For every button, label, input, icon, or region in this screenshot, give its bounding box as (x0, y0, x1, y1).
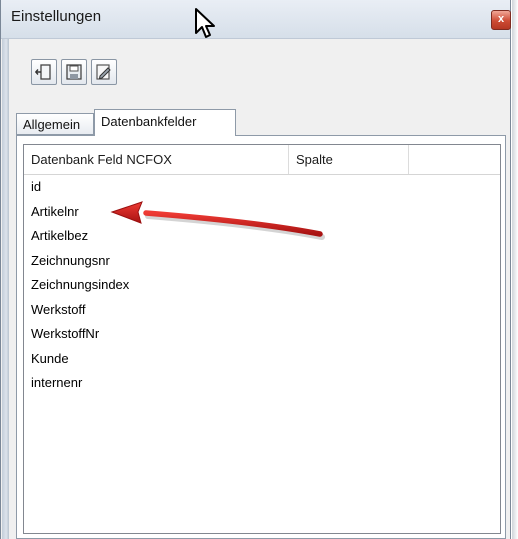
window-content: Allgemein Datenbankfelder Datenbank Feld… (9, 39, 509, 539)
close-icon: x (497, 13, 505, 25)
settings-window: Einstellungen x Allgemein Datenbankfelde… (0, 0, 511, 539)
edit-button[interactable] (91, 59, 117, 85)
list-item[interactable]: Artikelnr (24, 200, 500, 225)
window-shadow (512, 0, 518, 539)
list-item[interactable]: internenr (24, 371, 500, 396)
list-rows: id Artikelnr Artikelbez Zeichnungsnr Zei… (24, 175, 500, 396)
column-header-spalte[interactable]: Spalte (289, 145, 409, 174)
list-item[interactable]: Werkstoff (24, 298, 500, 323)
save-button[interactable] (61, 59, 87, 85)
close-button[interactable]: x (491, 10, 511, 30)
exit-door-icon (35, 64, 51, 80)
field-list[interactable]: Datenbank Feld NCFOX Spalte id Artikelnr… (23, 144, 501, 534)
column-header-empty[interactable] (409, 145, 500, 174)
list-item[interactable]: Kunde (24, 347, 500, 372)
edit-document-icon (96, 64, 111, 80)
tab-panel: Datenbank Feld NCFOX Spalte id Artikelnr… (16, 135, 506, 539)
list-item[interactable]: id (24, 175, 500, 200)
list-item[interactable]: Zeichnungsindex (24, 273, 500, 298)
window-title: Einstellungen (11, 8, 102, 25)
list-item[interactable]: Artikelbez (24, 224, 500, 249)
exit-button[interactable] (31, 59, 57, 85)
mouse-cursor-icon (195, 8, 215, 38)
list-header: Datenbank Feld NCFOX Spalte (24, 145, 500, 175)
save-disk-icon (66, 64, 82, 80)
tab-datenbankfelder[interactable]: Datenbankfelder (94, 109, 236, 136)
column-header-field[interactable]: Datenbank Feld NCFOX (24, 145, 289, 174)
tab-allgemein[interactable]: Allgemein (16, 113, 94, 135)
window-frame-left (2, 0, 9, 539)
list-item[interactable]: Zeichnungsnr (24, 249, 500, 274)
title-bar[interactable]: Einstellungen x (1, 0, 511, 39)
list-item[interactable]: WerkstoffNr (24, 322, 500, 347)
